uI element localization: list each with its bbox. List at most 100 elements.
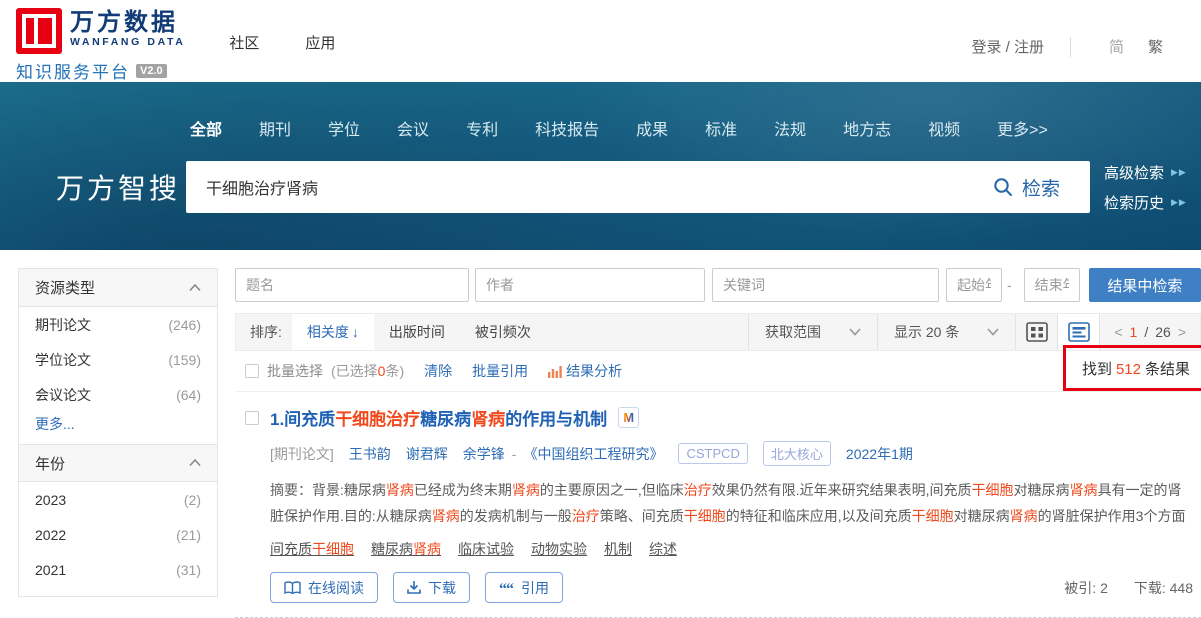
sidebar-item-2021[interactable]: 2021(31): [19, 552, 217, 587]
version-badge: V2.0: [136, 64, 167, 78]
tab-标准[interactable]: 标准: [705, 116, 737, 140]
search-hero: 全部期刊学位会议专利科技报告成果标准法规地方志视频更多>> 万方智搜 检索 高级…: [0, 82, 1201, 250]
action-label: 引用: [521, 578, 549, 598]
sidebar-item-2023[interactable]: 2023(2): [19, 482, 217, 517]
next-page-button[interactable]: >: [1178, 324, 1186, 340]
batch-cite-link[interactable]: 批量引用: [472, 361, 528, 381]
sidebar-section-header-1[interactable]: 资源类型: [19, 269, 217, 307]
keyword-link[interactable]: 间充质干细胞: [270, 539, 354, 559]
sidebar-item-学位论文[interactable]: 学位论文(159): [19, 342, 217, 377]
sidebar-item-期刊论文[interactable]: 期刊论文(246): [19, 307, 217, 342]
keyword-link[interactable]: 临床试验: [458, 539, 514, 559]
引用-button[interactable]: ““引用: [485, 572, 563, 603]
sort-direction-icon: ↓: [352, 324, 359, 340]
text-part: 糖尿病: [420, 410, 471, 429]
start-year-input[interactable]: [946, 268, 1002, 302]
lang-simplified-toggle[interactable]: 简: [1109, 36, 1124, 57]
grid-view-button[interactable]: [1015, 314, 1057, 350]
batch-select-toggle[interactable]: 批量选择 (已选择0条): [245, 361, 404, 381]
sidebar-item-label: 会议论文: [35, 385, 91, 405]
title-filter-input[interactable]: [235, 268, 469, 302]
wanfang-logo-icon: [16, 8, 62, 54]
text-part: 效果仍然有限.近年来研究结果表明,间充质: [712, 482, 972, 498]
search-in-results-button[interactable]: 结果中检索: [1089, 268, 1201, 302]
result-item: 1.间充质干细胞治疗糖尿病肾病的作用与机制 M [期刊论文]王书韵谢君辉余学锋-…: [235, 392, 1201, 618]
text-part: 机制: [604, 541, 632, 557]
login-register-link[interactable]: 登录 / 注册: [971, 36, 1044, 57]
divider: [1070, 37, 1071, 57]
text-part: 的特征和临床应用,以及间充质: [726, 508, 912, 524]
download-count: 448: [1170, 580, 1193, 596]
double-arrow-icon: ▶▶: [1171, 197, 1187, 208]
top-nav-item-1[interactable]: 社区: [229, 32, 259, 53]
clear-selection-link[interactable]: 清除: [424, 361, 452, 381]
search-button[interactable]: 检索: [963, 161, 1090, 213]
refine-filter-row: - 结果中检索: [235, 268, 1201, 302]
author-filter-input[interactable]: [475, 268, 705, 302]
text-part: 糖尿病: [371, 541, 413, 557]
search-input[interactable]: [206, 178, 963, 196]
sidebar-item-2022[interactable]: 2022(21): [19, 517, 217, 552]
highlighted-term: 肾病: [512, 482, 540, 498]
top-nav-item-2[interactable]: 应用: [305, 32, 335, 53]
result-checkbox[interactable]: [245, 411, 259, 425]
search-history-link[interactable]: 检索历史 ▶▶: [1104, 192, 1187, 213]
highlighted-term: 治疗: [572, 508, 600, 524]
tab-成果[interactable]: 成果: [636, 116, 668, 140]
tab-会议[interactable]: 会议: [397, 116, 429, 140]
tab-科技报告[interactable]: 科技报告: [535, 116, 599, 140]
tab-学位[interactable]: 学位: [328, 116, 360, 140]
result-meta-row: [期刊论文]王书韵谢君辉余学锋-《中国组织工程研究》CSTPCD北大核心2022…: [270, 441, 1201, 466]
keyword-link[interactable]: 糖尿病肾病: [371, 539, 441, 559]
total-pages: 26: [1155, 324, 1171, 340]
issue-link[interactable]: 2022年1期: [846, 444, 913, 464]
sort-option-相关度[interactable]: 相关度↓: [292, 314, 374, 350]
tab-专利[interactable]: 专利: [466, 116, 498, 140]
prev-page-button[interactable]: <: [1114, 324, 1122, 340]
author-link[interactable]: 谢君辉: [406, 444, 448, 464]
found-results-text: 找到512条结果: [1082, 358, 1190, 379]
result-abstract: 摘要：背景:糖尿病肾病已经成为终末期肾病的主要原因之一,但临床治疗效果仍然有限.…: [270, 477, 1194, 529]
tab-地方志[interactable]: 地方志: [843, 116, 891, 140]
sidebar-item-count: (64): [176, 387, 201, 403]
action-label: 在线阅读: [308, 578, 364, 598]
filter-sidebar: 资源类型期刊论文(246)学位论文(159)会议论文(64)更多...年份202…: [18, 268, 218, 597]
batch-select-checkbox[interactable]: [245, 364, 259, 378]
text-part: 动物实验: [531, 541, 587, 557]
scope-dropdown[interactable]: 获取范围: [748, 314, 877, 350]
sidebar-more-link[interactable]: 更多...: [19, 412, 217, 444]
keyword-filter-input[interactable]: [712, 268, 939, 302]
advanced-search-link[interactable]: 高级检索 ▶▶: [1104, 162, 1187, 183]
sort-option-被引频次[interactable]: 被引频次: [460, 314, 546, 350]
result-analysis-link[interactable]: 结果分析: [548, 361, 622, 381]
tab-期刊[interactable]: 期刊: [259, 116, 291, 140]
sort-option-出版时间[interactable]: 出版时间: [374, 314, 460, 350]
batch-actions-row: 批量选择 (已选择0条) 清除 批量引用 结果分析: [235, 351, 1201, 392]
tab-法规[interactable]: 法规: [774, 116, 806, 140]
end-year-input[interactable]: [1024, 268, 1080, 302]
tab-视频[interactable]: 视频: [928, 116, 960, 140]
lang-traditional-toggle[interactable]: 繁: [1148, 36, 1163, 57]
m-badge[interactable]: M: [618, 407, 639, 428]
result-title-link[interactable]: 1.间充质干细胞治疗糖尿病肾病的作用与机制: [270, 405, 607, 430]
journal-source-link[interactable]: 《中国组织工程研究》: [523, 444, 663, 464]
display-count-dropdown[interactable]: 显示 20 条: [877, 314, 1015, 350]
keyword-link[interactable]: 动物实验: [531, 539, 587, 559]
author-link[interactable]: 余学锋: [463, 444, 505, 464]
tab-全部[interactable]: 全部: [190, 116, 222, 140]
author-link[interactable]: 王书韵: [349, 444, 391, 464]
sidebar-item-count: (2): [184, 492, 201, 508]
bar-chart-icon: [548, 365, 562, 378]
chevron-up-icon: [189, 284, 201, 292]
text-part: 的作用与机制: [505, 410, 607, 429]
keyword-link[interactable]: 综述: [649, 539, 677, 559]
sidebar-item-会议论文[interactable]: 会议论文 (64): [19, 377, 217, 412]
sidebar-section-header-2[interactable]: 年份: [19, 444, 217, 482]
action-label: 下载: [428, 578, 456, 598]
wanfang-logo[interactable]: 万方数据 WANFANG DATA 知识服务平台 V2.0: [16, 8, 185, 83]
在线阅读-button[interactable]: 在线阅读: [270, 572, 378, 603]
grid-view-icon: [1026, 322, 1048, 342]
tab-更多>>[interactable]: 更多>>: [997, 116, 1048, 140]
keyword-link[interactable]: 机制: [604, 539, 632, 559]
下载-button[interactable]: 下载: [393, 572, 470, 603]
